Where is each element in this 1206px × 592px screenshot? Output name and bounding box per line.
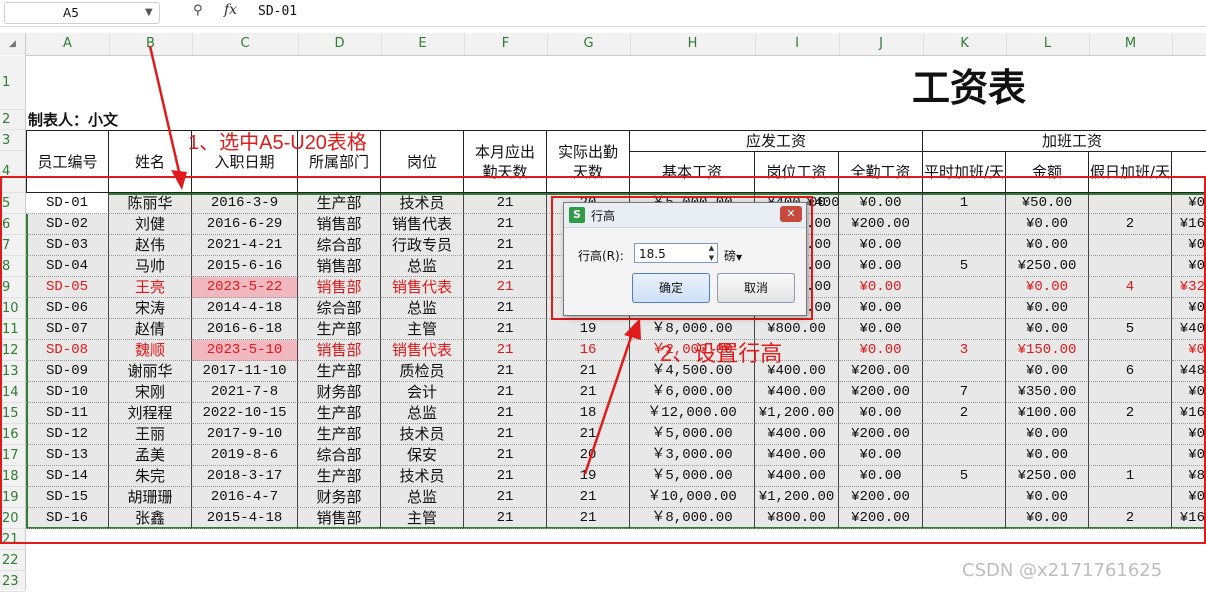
annotation-arrows	[148, 45, 641, 475]
annotation-step2: 2、设置行高	[660, 341, 783, 366]
arrow-1-line	[148, 45, 182, 177]
annotation-step1: 1、选中A5-U20表格	[188, 132, 367, 154]
arrow-2-line	[583, 327, 636, 475]
watermark: CSDN @x2171761625	[962, 560, 1163, 581]
arrow-1-head	[171, 170, 187, 190]
arrow-2-head	[624, 318, 641, 340]
